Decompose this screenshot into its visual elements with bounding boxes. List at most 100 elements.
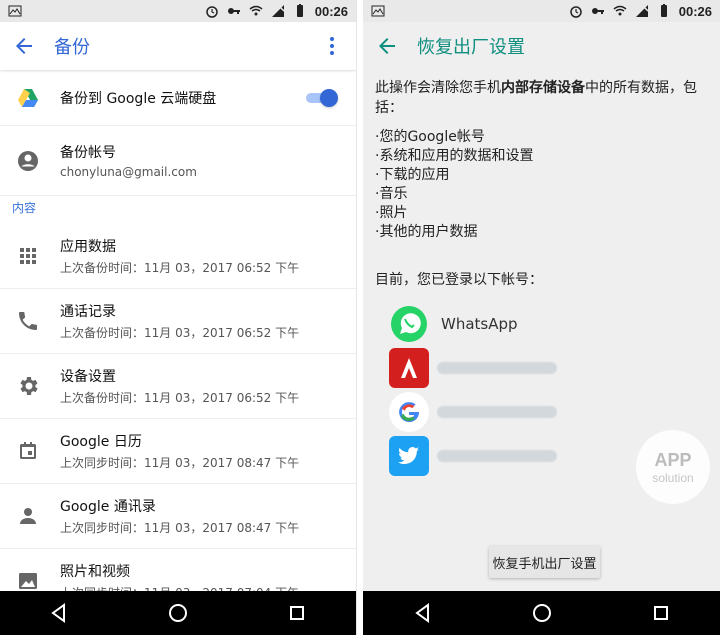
home-nav-icon[interactable] <box>167 602 189 624</box>
more-vert-icon[interactable] <box>320 34 344 58</box>
back-arrow-icon[interactable] <box>12 34 36 58</box>
account-item-google <box>375 390 708 434</box>
blurred-account <box>437 362 557 374</box>
calendar-icon <box>20 442 36 459</box>
row-subtitle: chonyluna@gmail.com <box>60 165 197 179</box>
back-nav-icon[interactable] <box>48 602 70 624</box>
row-texts: Google 日历 上次同步时间：11月 03，2017 08:47 下午 <box>60 431 299 471</box>
right-screen: 00:26 恢复出厂设置 此操作会清除您手机内部存储设备中的所有数据，包括： ·… <box>363 0 720 635</box>
home-nav-icon[interactable] <box>531 602 553 624</box>
row-title: 通话记录 <box>60 304 116 320</box>
list-item: ·您的Google帐号 <box>375 129 485 145</box>
notification-icon <box>371 4 385 18</box>
photo-icon <box>19 573 37 589</box>
row-subtitle: 上次同步时间：11月 03，2017 08:47 下午 <box>60 521 300 535</box>
recents-nav-icon[interactable] <box>650 602 672 624</box>
screens: 00:26 备份 备份到 Google 云端硬盘 备份帐号 chonyluna@… <box>0 0 720 635</box>
apps-grid-icon <box>20 248 36 264</box>
twitter-icon <box>389 436 429 476</box>
reset-phone-button[interactable]: 恢复手机出厂设置 <box>489 546 600 578</box>
status-bar: 00:26 <box>0 0 356 22</box>
blurred-account <box>437 450 557 462</box>
watermark-text: APP <box>654 449 692 470</box>
backup-account-row[interactable]: 备份帐号 chonyluna@gmail.com <box>0 126 356 196</box>
google-contacts-row[interactable]: Google 通讯录 上次同步时间：11月 03，2017 08:47 下午 <box>0 484 356 549</box>
row-texts: 备份到 Google 云端硬盘 <box>60 88 216 108</box>
row-texts: 通话记录 上次备份时间：11月 03，2017 06:52 下午 <box>60 301 299 341</box>
app-data-row[interactable]: 应用数据 上次备份时间：11月 03，2017 06:52 下午 <box>0 224 356 289</box>
recents-nav-icon[interactable] <box>286 602 308 624</box>
adobe-icon <box>389 348 429 388</box>
google-calendar-row[interactable]: Google 日历 上次同步时间：11月 03，2017 08:47 下午 <box>0 419 356 484</box>
account-icon <box>18 150 38 171</box>
row-title: 设备设置 <box>60 369 116 385</box>
status-time: 00:26 <box>314 3 348 19</box>
app-bar: 备份 <box>0 22 356 70</box>
status-time: 00:26 <box>678 3 712 19</box>
status-left <box>8 4 22 18</box>
row-title: 应用数据 <box>60 239 116 255</box>
status-right: 00:26 <box>205 4 348 19</box>
google-icon <box>389 392 429 432</box>
row-subtitle: 上次备份时间：11月 03，2017 06:52 下午 <box>60 326 300 340</box>
battery-icon <box>293 4 307 18</box>
backup-to-drive-row[interactable]: 备份到 Google 云端硬盘 <box>0 70 356 126</box>
key-icon <box>227 4 241 18</box>
back-nav-icon[interactable] <box>412 602 434 624</box>
call-log-row[interactable]: 通话记录 上次备份时间：11月 03，2017 06:52 下午 <box>0 289 356 354</box>
row-title: 备份到 Google 云端硬盘 <box>60 90 217 107</box>
device-settings-row[interactable]: 设备设置 上次备份时间：11月 03，2017 06:52 下午 <box>0 354 356 419</box>
back-arrow-icon[interactable] <box>375 34 399 58</box>
row-texts: 备份帐号 chonyluna@gmail.com <box>60 142 197 179</box>
notification-icon <box>8 4 22 18</box>
row-texts: Google 通讯录 上次同步时间：11月 03，2017 08:47 下午 <box>60 496 299 536</box>
list-item: ·下载的应用 <box>375 167 450 183</box>
reset-content: 此操作会清除您手机内部存储设备中的所有数据，包括： ·您的Google帐号 ·系… <box>363 70 720 478</box>
wifi-icon <box>613 4 627 18</box>
app-bar: 恢复出厂设置 <box>363 22 720 70</box>
row-title: Google 日历 <box>60 434 142 450</box>
intro-bold: 内部存储设备 <box>501 80 585 96</box>
row-title: Google 通讯录 <box>60 499 156 515</box>
signal-icon <box>271 4 285 18</box>
account-item-adobe <box>375 346 708 390</box>
row-subtitle: 上次同步时间：11月 03，2017 08:47 下午 <box>60 456 300 470</box>
list-item: ·其他的用户数据 <box>375 224 478 240</box>
row-subtitle: 上次备份时间：11月 03，2017 06:52 下午 <box>60 261 300 275</box>
account-item-whatsapp: WhatsApp <box>375 302 708 346</box>
nav-bar <box>0 591 356 635</box>
battery-icon <box>657 4 671 18</box>
account-name: WhatsApp <box>441 315 518 333</box>
reset-intro: 此操作会清除您手机内部存储设备中的所有数据，包括： <box>375 78 708 118</box>
intro-start: 此操作会清除您手机 <box>375 80 501 96</box>
signal-icon <box>635 4 649 18</box>
row-title: 备份帐号 <box>60 145 116 161</box>
watermark-subtext: solution <box>652 470 694 485</box>
alarm-icon <box>205 4 219 18</box>
section-label-content: 内容 <box>12 201 37 215</box>
key-icon <box>591 4 605 18</box>
drive-icon <box>18 88 38 107</box>
row-title: 照片和视频 <box>60 564 130 580</box>
wifi-icon <box>249 4 263 18</box>
list-item: ·照片 <box>375 205 408 221</box>
list-item: ·音乐 <box>375 186 408 202</box>
page-title: 备份 <box>54 37 90 58</box>
toggle-knob <box>320 88 338 107</box>
backup-toggle[interactable] <box>300 88 340 108</box>
left-screen: 00:26 备份 备份到 Google 云端硬盘 备份帐号 chonyluna@… <box>0 0 357 635</box>
current-accounts-label: 目前，您已登录以下帐号： <box>375 272 543 288</box>
status-bar: 00:26 <box>363 0 720 22</box>
alarm-icon <box>569 4 583 18</box>
row-texts: 设备设置 上次备份时间：11月 03，2017 06:52 下午 <box>60 366 299 406</box>
row-subtitle: 上次备份时间：11月 03，2017 06:52 下午 <box>60 391 300 405</box>
gear-icon <box>20 377 38 395</box>
watermark: APP solution <box>636 430 710 504</box>
page-title: 恢复出厂设置 <box>417 37 525 58</box>
row-texts: 应用数据 上次备份时间：11月 03，2017 06:52 下午 <box>60 236 299 276</box>
person-icon <box>20 508 36 524</box>
whatsapp-icon <box>389 304 429 344</box>
list-item: ·系统和应用的数据和设置 <box>375 148 534 164</box>
nav-bar <box>363 591 720 635</box>
reset-items-list: ·您的Google帐号 ·系统和应用的数据和设置 ·下载的应用 ·音乐 ·照片 … <box>375 128 708 242</box>
